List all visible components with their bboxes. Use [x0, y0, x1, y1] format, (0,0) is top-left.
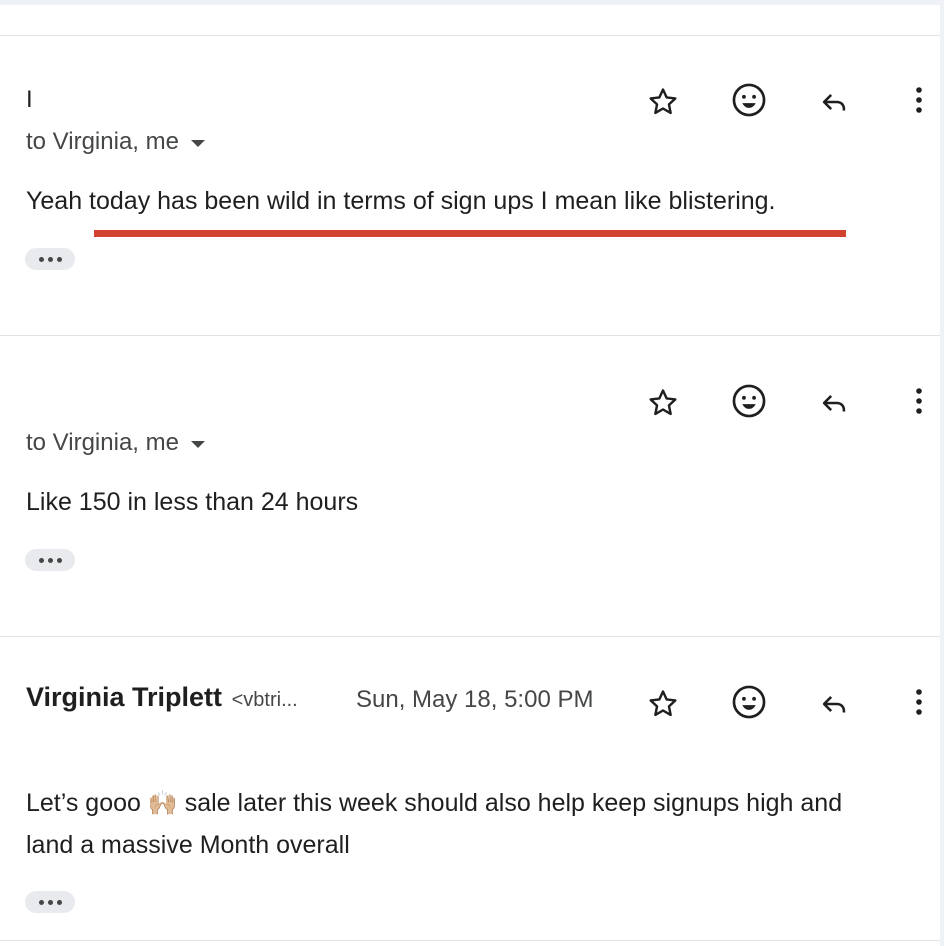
raising-hands-emoji: 🙌🏼: [147, 790, 178, 817]
sender-initial[interactable]: I: [26, 86, 33, 114]
dot: [38, 256, 44, 262]
more-vert-icon[interactable]: [899, 381, 939, 421]
star-icon[interactable]: [643, 82, 683, 122]
dot: [47, 899, 53, 905]
divider: [0, 35, 940, 36]
message-body: Yeah today has been wild in terms of sig…: [26, 187, 776, 215]
sender-header: Virginia Triplett <vbtri...: [26, 682, 298, 713]
add-reaction-icon[interactable]: [729, 381, 769, 421]
reply-icon[interactable]: [814, 684, 854, 724]
more-vert-icon[interactable]: [899, 80, 939, 120]
message-body-line-2: land a massive Month overall: [26, 831, 350, 859]
right-gutter: [940, 0, 944, 946]
reply-icon[interactable]: [814, 82, 854, 122]
top-band: [0, 0, 944, 5]
caret-down-icon[interactable]: [190, 440, 205, 448]
message-body-line-1: Let’s gooo 🙌🏼 sale later this week shoul…: [26, 782, 842, 825]
more-vert-icon[interactable]: [899, 682, 939, 722]
star-icon[interactable]: [643, 684, 683, 724]
dot: [38, 557, 44, 563]
dot: [38, 899, 44, 905]
divider: [0, 940, 940, 941]
highlight-underline: [94, 230, 846, 237]
sender-name[interactable]: Virginia Triplett: [26, 682, 222, 712]
star-icon[interactable]: [643, 383, 683, 423]
recipients-line[interactable]: to Virginia, me: [26, 128, 205, 156]
dot: [56, 256, 62, 262]
divider: [0, 335, 940, 336]
body-text-part: Let’s gooo: [26, 789, 141, 817]
message-body: Like 150 in less than 24 hours: [26, 488, 359, 516]
dot: [56, 557, 62, 563]
recipients-text: to Virginia, me: [26, 429, 179, 456]
show-trimmed-content-button[interactable]: [25, 891, 75, 913]
message-date[interactable]: Sun, May 18, 5:00 PM: [356, 686, 593, 714]
show-trimmed-content-button[interactable]: [25, 248, 75, 270]
divider: [0, 636, 940, 637]
add-reaction-icon[interactable]: [729, 80, 769, 120]
sender-email[interactable]: <vbtri...: [232, 689, 298, 711]
body-text-part: sale later this week should also help ke…: [184, 789, 843, 817]
dot: [47, 557, 53, 563]
dot: [56, 899, 62, 905]
recipients-text: to Virginia, me: [26, 128, 179, 155]
add-reaction-icon[interactable]: [729, 682, 769, 722]
reply-icon[interactable]: [814, 383, 854, 423]
show-trimmed-content-button[interactable]: [25, 549, 75, 571]
dot: [47, 256, 53, 262]
caret-down-icon[interactable]: [190, 139, 205, 147]
recipients-line[interactable]: to Virginia, me: [26, 429, 205, 457]
